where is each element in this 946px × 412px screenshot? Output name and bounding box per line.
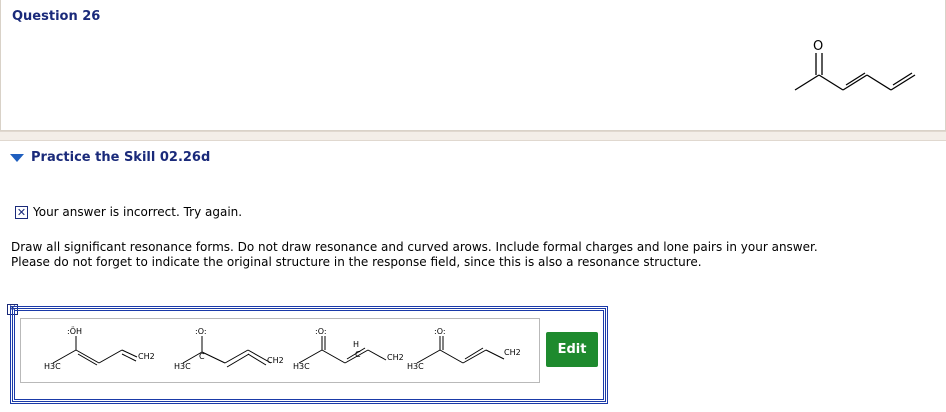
s3-charge-label: C — [355, 350, 361, 359]
s1-right-label: CH2 — [138, 352, 155, 361]
s3-left-label: H3C — [293, 362, 310, 371]
feedback-row: ✕ Your answer is incorrect. Try again. — [15, 205, 242, 219]
s3-right-label: CH2 — [387, 353, 404, 362]
question-title: Question 26 — [12, 9, 101, 24]
oxygen-label: O — [813, 39, 823, 54]
question-panel: Question 26 O — [0, 0, 946, 131]
s1-top-label: :ÖH — [67, 326, 82, 336]
section-separator — [0, 131, 946, 141]
practice-header[interactable]: Practice the Skill 02.26d — [10, 150, 210, 165]
instructions-line-2: Please do not forget to indicate the ori… — [11, 255, 702, 269]
instructions-line-1: Draw all significant resonance forms. Do… — [11, 240, 818, 254]
resonance-structure-1: :ÖH H3C CH2 — [44, 326, 155, 371]
question-structure: O — [794, 39, 916, 91]
collapse-triangle-icon[interactable] — [10, 153, 24, 162]
answer-drawing-area[interactable]: :ÖH H3C CH2 :O: H3C C CH2:O: H3C H C CH… — [20, 318, 540, 383]
s4-right-label: CH2 — [504, 348, 521, 357]
answer-structures: :ÖH H3C CH2 :O: H3C C CH2:O: H3C H C CH… — [44, 326, 521, 371]
s3-h-label: H — [353, 340, 359, 349]
s2-top-label: :O: — [195, 327, 207, 336]
edit-button[interactable]: Edit — [546, 332, 598, 367]
s2-right-label: CH2 — [267, 356, 284, 365]
s1-left-label: H3C — [44, 362, 61, 371]
x-mark-icon: ✕ — [15, 205, 28, 219]
s2-charge-label: C — [199, 352, 205, 361]
instructions: Draw all significant resonance forms. Do… — [11, 240, 911, 270]
s2-left-label: H3C — [174, 362, 191, 371]
s4-left-label: H3C — [407, 362, 424, 371]
practice-title[interactable]: Practice the Skill 02.26d — [31, 150, 210, 165]
resonance-structure-4: :O: H3C CH2 — [407, 327, 521, 371]
resonance-structure-2: :O: H3C C CH2 — [174, 327, 284, 371]
s3-top-label: :O: — [315, 327, 327, 336]
resonance-structure-3: :O: H3C H C CH2 — [293, 327, 404, 371]
feedback-text: Your answer is incorrect. Try again. — [33, 205, 243, 219]
s4-top-label: :O: — [434, 327, 446, 336]
